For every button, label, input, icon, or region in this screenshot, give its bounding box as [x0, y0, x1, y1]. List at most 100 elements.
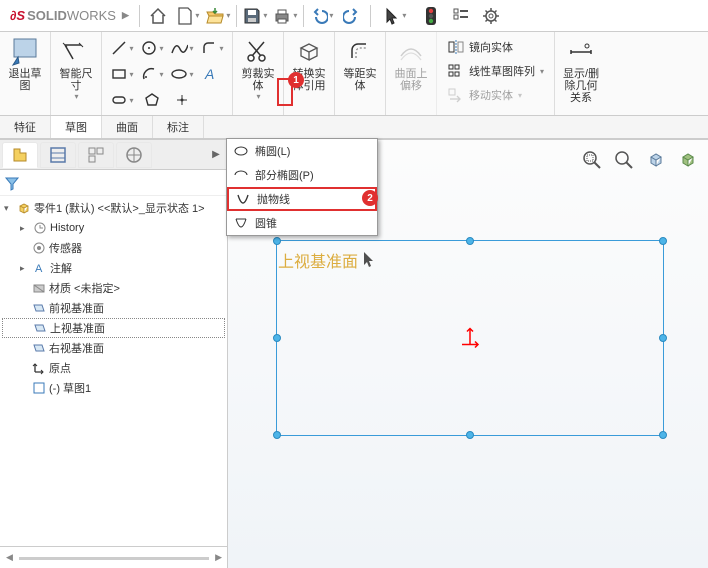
- handle-tc[interactable]: [466, 237, 474, 245]
- new-button[interactable]: ▾: [174, 3, 202, 29]
- rebuild-button[interactable]: [417, 3, 445, 29]
- tab-features[interactable]: 特征: [0, 116, 51, 138]
- tree-root[interactable]: ▾零件1 (默认) <<默认>_显示状态 1>: [2, 198, 225, 218]
- display-style-button[interactable]: [674, 146, 702, 174]
- tree-front-plane[interactable]: 前视基准面: [2, 298, 225, 318]
- tree-collapse-left[interactable]: ◀: [6, 552, 13, 563]
- menu-parabola-label: 抛物线: [257, 191, 290, 207]
- menu-cone[interactable]: 圆锥: [227, 211, 377, 235]
- offset-label: 等距实 体: [344, 68, 377, 92]
- surface-offset-icon: [397, 38, 425, 66]
- exit-sketch-button[interactable]: 退出草 图: [4, 34, 46, 94]
- property-manager-tab[interactable]: [40, 142, 76, 168]
- tree-top-plane[interactable]: 上视基准面: [2, 318, 225, 338]
- menu-ellipse-label: 椭圆(L): [255, 143, 290, 159]
- origin-icon: [32, 361, 46, 375]
- settings-button[interactable]: [477, 3, 505, 29]
- tree-top-label: 上视基准面: [50, 320, 105, 336]
- mirror-icon: [447, 39, 465, 55]
- smart-dimension-button[interactable]: 智能尺 寸 ▾: [55, 34, 97, 103]
- handle-bc[interactable]: [466, 431, 474, 439]
- polygon-tool[interactable]: [138, 88, 166, 112]
- callout-badge-1: 1: [288, 72, 304, 88]
- menu-ellipse[interactable]: 椭圆(L): [227, 139, 377, 163]
- redo-button[interactable]: [338, 3, 366, 29]
- svg-text:A: A: [204, 66, 214, 82]
- slot-tool[interactable]: ▾: [108, 88, 136, 112]
- tab-sketch[interactable]: 草图: [51, 116, 102, 138]
- handle-tr[interactable]: [659, 237, 667, 245]
- save-button[interactable]: ▾: [241, 3, 269, 29]
- side-panel-expand[interactable]: ▶: [207, 142, 225, 168]
- handle-tl[interactable]: [273, 237, 281, 245]
- plane-icon: [32, 301, 46, 315]
- tab-annotate[interactable]: 标注: [153, 116, 204, 138]
- material-icon: [32, 281, 46, 295]
- offset-entities-button[interactable]: 等距实 体: [339, 34, 381, 94]
- annotation-icon: A: [33, 261, 47, 275]
- sketch-origin: [458, 325, 482, 352]
- circle-tool[interactable]: ▾: [138, 36, 166, 60]
- tree-origin-label: 原点: [49, 360, 71, 376]
- separator: [303, 5, 304, 27]
- undo-icon: [310, 7, 328, 25]
- tree-material[interactable]: 材质 <未指定>: [2, 278, 225, 298]
- sketch-boundary: [276, 240, 664, 436]
- handle-bl[interactable]: [273, 431, 281, 439]
- tree-right-plane[interactable]: 右视基准面: [2, 338, 225, 358]
- home-button[interactable]: [144, 3, 172, 29]
- tree-annotations[interactable]: ▸A注解: [2, 258, 225, 278]
- open-button[interactable]: ▾: [204, 3, 232, 29]
- print-button[interactable]: ▾: [271, 3, 299, 29]
- point-tool[interactable]: [168, 88, 196, 112]
- line-tool[interactable]: ▾: [108, 36, 136, 60]
- part-icon: [17, 201, 31, 215]
- tree-sketch1[interactable]: (-) 草图1: [2, 378, 225, 398]
- zoom-fit-button[interactable]: [578, 146, 606, 174]
- tab-surface[interactable]: 曲面: [102, 116, 153, 138]
- tree-origin[interactable]: 原点: [2, 358, 225, 378]
- dimxpert-icon: [124, 145, 144, 165]
- history-icon: [33, 221, 47, 235]
- linear-pattern-button[interactable]: 线性草图阵列▾: [443, 60, 548, 82]
- print-icon: [272, 6, 292, 26]
- options-button[interactable]: [447, 3, 475, 29]
- tree-history[interactable]: ▸History: [2, 218, 225, 238]
- app-menu-arrow-icon[interactable]: ▶: [122, 10, 129, 21]
- rectangle-tool[interactable]: ▾: [108, 62, 136, 86]
- fillet-tool[interactable]: ▾: [198, 36, 226, 60]
- tree-collapse-right[interactable]: ▶: [215, 552, 222, 563]
- view-orientation-button[interactable]: [642, 146, 670, 174]
- menu-partial-ellipse-label: 部分椭圆(P): [255, 167, 314, 183]
- arc-tool[interactable]: ▾: [138, 62, 166, 86]
- menu-partial-ellipse[interactable]: 部分椭圆(P): [227, 163, 377, 187]
- handle-br[interactable]: [659, 431, 667, 439]
- tree-sketch1-label: (-) 草图1: [49, 380, 91, 396]
- display-relations-button[interactable]: 显示/删 除几何 关系: [559, 34, 603, 106]
- mirror-label: 镜向实体: [469, 39, 513, 55]
- filter-icon[interactable]: [4, 175, 20, 191]
- dimxpert-manager-tab[interactable]: [116, 142, 152, 168]
- feature-manager-tab[interactable]: [2, 142, 38, 168]
- trim-button[interactable]: 剪裁实 体▾: [237, 34, 279, 103]
- plane-icon: [32, 341, 46, 355]
- logo-ds-icon: ∂S: [10, 8, 25, 23]
- configuration-manager-tab[interactable]: [78, 142, 114, 168]
- property-icon: [48, 145, 68, 165]
- spline-tool[interactable]: ▾: [168, 36, 196, 60]
- brand-text: SOLID: [27, 8, 67, 23]
- separator: [370, 5, 371, 27]
- zoom-area-button[interactable]: [610, 146, 638, 174]
- handle-ml[interactable]: [273, 334, 281, 342]
- undo-button[interactable]: ▾: [308, 3, 336, 29]
- mirror-entities-button[interactable]: 镜向实体: [443, 36, 548, 58]
- folder-open-icon: [205, 6, 225, 26]
- menu-parabola[interactable]: 抛物线: [227, 187, 377, 211]
- zoom-fit-icon: [581, 149, 603, 171]
- tree-sensors[interactable]: 传感器: [2, 238, 225, 258]
- trim-label: 剪裁实 体: [242, 68, 275, 92]
- handle-mr[interactable]: [659, 334, 667, 342]
- text-tool[interactable]: A: [198, 62, 226, 86]
- ellipse-tool[interactable]: ▾: [168, 62, 196, 86]
- select-button[interactable]: ▾: [375, 3, 415, 29]
